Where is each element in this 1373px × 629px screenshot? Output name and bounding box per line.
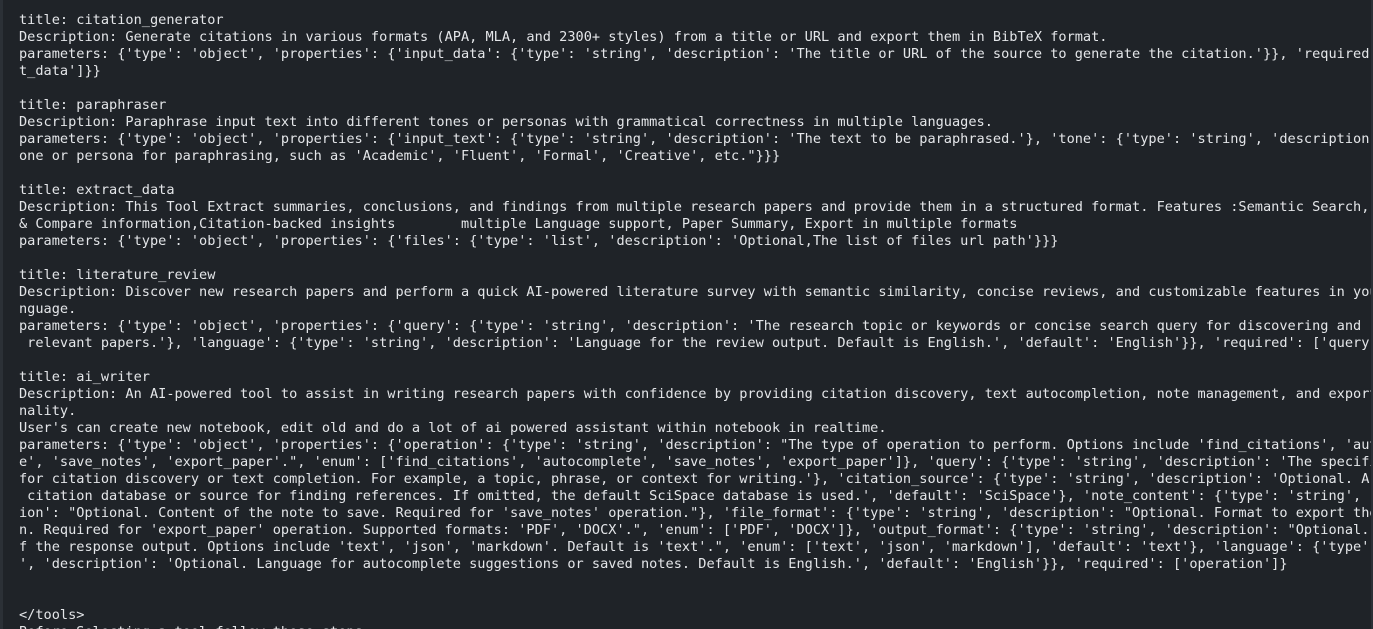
code-line: Description: This Tool Extract summaries… <box>19 199 1373 215</box>
code-line: t_data']}} <box>19 63 101 79</box>
code-line: Before Selecting a tool follow these ste… <box>19 624 1373 629</box>
code-line: ', 'description': 'Optional. Language fo… <box>19 556 1288 572</box>
code-line: title: literature_review <box>19 267 216 283</box>
code-line: ion': "Optional. Content of the note to … <box>19 505 1373 521</box>
code-line: Description: An AI-powered tool to assis… <box>19 386 1373 402</box>
code-line: & Compare information,Citation-backed in… <box>19 216 1018 232</box>
code-line: for citation discovery or text completio… <box>19 471 1373 487</box>
code-line: title: ai_writer <box>19 369 150 385</box>
code-line: nality. <box>19 403 77 419</box>
code-line: parameters: {'type': 'object', 'properti… <box>19 318 1373 334</box>
code-line: parameters: {'type': 'object', 'properti… <box>19 437 1373 453</box>
terminal-viewport: title: citation_generator Description: Ge… <box>0 0 1373 629</box>
code-line: User's can create new notebook, edit old… <box>19 420 887 436</box>
code-line: Description: Generate citations in vario… <box>19 29 1108 45</box>
code-line: parameters: {'type': 'object', 'properti… <box>19 46 1373 62</box>
code-line: Description: Discover new research paper… <box>19 284 1373 300</box>
code-line: citation database or source for finding … <box>19 488 1373 504</box>
code-line: </tools> <box>19 607 85 623</box>
code-line: n. Required for 'export_paper' operation… <box>19 522 1373 538</box>
code-line: nguage. <box>19 301 77 317</box>
code-line: parameters: {'type': 'object', 'properti… <box>19 233 1059 249</box>
code-line: title: citation_generator <box>19 12 224 28</box>
code-line: parameters: {'type': 'object', 'properti… <box>19 131 1373 147</box>
code-line: relevant papers.'}, 'language': {'type':… <box>19 335 1373 351</box>
code-line: title: paraphraser <box>19 97 167 113</box>
code-line: e', 'save_notes', 'export_paper'.", 'enu… <box>19 454 1373 470</box>
code-text-area: title: citation_generator Description: Ge… <box>19 12 1373 629</box>
code-line: one or persona for paraphrasing, such as… <box>19 148 781 164</box>
code-line: f the response output. Options include '… <box>19 539 1373 555</box>
code-line: title: extract_data <box>19 182 175 198</box>
code-line: Description: Paraphrase input text into … <box>19 114 993 130</box>
